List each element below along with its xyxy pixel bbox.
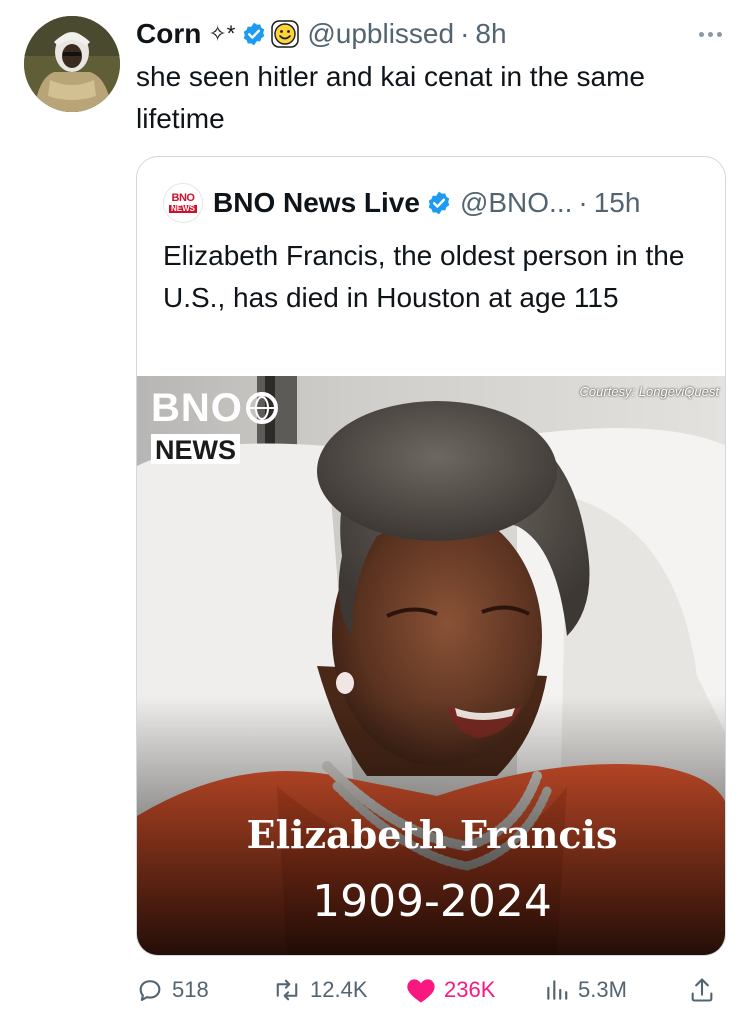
tweet-action-bar: 518 12.4K 236K 5.3M xyxy=(136,972,726,1008)
watermark-brand-line1: BNO xyxy=(151,386,243,430)
like-count: 236K xyxy=(444,977,496,1002)
author-avatar[interactable] xyxy=(24,16,120,112)
globe-icon xyxy=(245,392,278,424)
quoted-tweet-card[interactable]: BNO NEWS BNO News Live @BNO... · 15h Eli… xyxy=(136,156,726,956)
views-icon xyxy=(547,980,568,1000)
view-count: 5.3M xyxy=(578,977,627,1002)
like-icon xyxy=(407,979,435,1003)
watermark-brand-line2: NEWS xyxy=(151,434,240,464)
retweet-icon xyxy=(276,979,298,1001)
reply-icon xyxy=(139,980,161,1001)
quoted-avatar-logo-bottom: NEWS xyxy=(169,204,197,213)
caption-name: Elizabeth Francis xyxy=(246,812,618,857)
quoted-tweet-header: BNO NEWS BNO News Live @BNO... · 15h xyxy=(163,183,705,223)
tweet-header: Corn ✧* @upblissed · 8h xyxy=(136,14,724,54)
like-button[interactable]: 236K xyxy=(406,972,495,1008)
quoted-header-separator: · xyxy=(578,187,588,218)
verified-badge-icon xyxy=(241,21,267,47)
quoted-author-avatar[interactable]: BNO NEWS xyxy=(163,183,203,223)
smiley-emoji-icon xyxy=(271,20,300,48)
name-decoration: ✧* xyxy=(208,21,236,46)
quoted-tweet-text: Elizabeth Francis, the oldest person in … xyxy=(163,240,685,313)
tweet-text: she seen hitler and kai cenat in the sam… xyxy=(136,61,645,134)
quoted-author-handle[interactable]: @BNO... xyxy=(460,187,572,219)
views-button[interactable]: 5.3M xyxy=(544,972,627,1008)
quoted-tweet-timestamp[interactable]: 15h xyxy=(594,187,641,219)
quoted-avatar-logo-top: BNO xyxy=(171,192,195,204)
reply-button[interactable]: 518 xyxy=(136,972,209,1008)
header-separator: · xyxy=(460,18,470,49)
tweet-timestamp[interactable]: 8h xyxy=(475,18,506,50)
share-icon xyxy=(691,978,713,1002)
quoted-tweet-image[interactable]: BNO NEWS Courtesy: LongeviQuest Elizabet… xyxy=(137,376,725,955)
reply-count: 518 xyxy=(172,977,209,1002)
caption-years: 1909-2024 xyxy=(312,876,552,927)
photo-credit: Courtesy: LongeviQuest xyxy=(579,384,719,399)
more-icon[interactable] xyxy=(699,31,724,37)
quoted-author-display-name[interactable]: BNO News Live xyxy=(213,187,420,219)
bno-news-watermark: BNO NEWS xyxy=(151,388,279,464)
retweet-count: 12.4K xyxy=(310,977,368,1002)
author-handle[interactable]: @upblissed xyxy=(307,18,454,50)
retweet-button[interactable]: 12.4K xyxy=(272,972,368,1008)
share-button[interactable] xyxy=(688,972,716,1008)
verified-badge-icon xyxy=(426,190,452,216)
author-display-name[interactable]: Corn xyxy=(136,18,201,50)
